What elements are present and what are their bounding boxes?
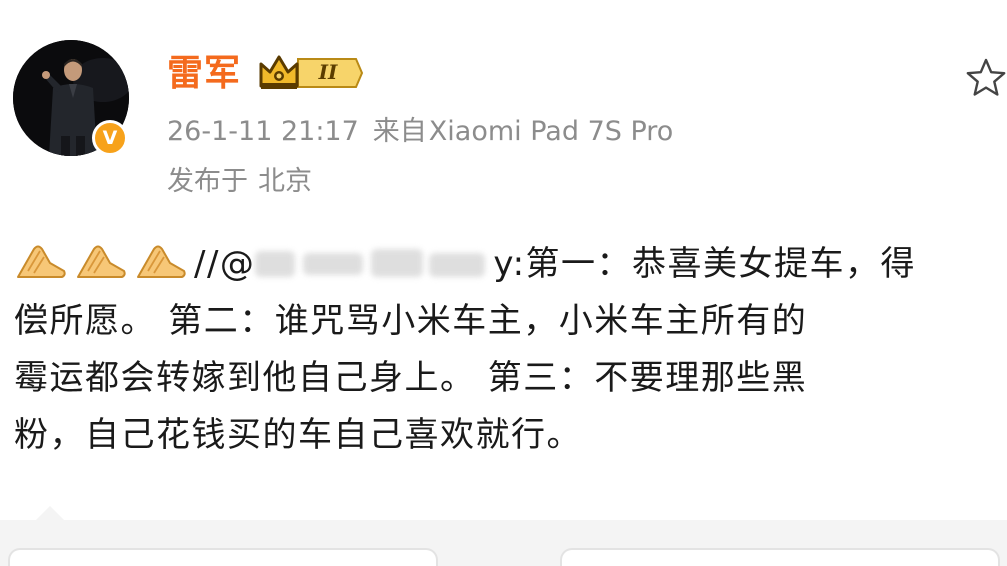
post-content: //@ y:第一：恭喜美女提车，得 偿所愿。 第二：谁咒骂小米车主，小米车主所有的… bbox=[14, 236, 1007, 464]
rank-badge[interactable]: II bbox=[258, 52, 364, 94]
mention-suffix: y: bbox=[493, 244, 526, 284]
pray-hands-emoji-icon bbox=[14, 241, 68, 281]
content-line-4: 粉，自己花钱买的车自己喜欢就行。 bbox=[14, 415, 582, 455]
next-card-right bbox=[560, 548, 1000, 566]
content-text-1: 第一：恭喜美女提车，得 bbox=[525, 244, 917, 284]
verified-symbol: V bbox=[102, 127, 118, 149]
mention-prefix: //@ bbox=[194, 244, 256, 284]
location-name: 北京 bbox=[258, 166, 312, 197]
mention[interactable]: //@ y: bbox=[194, 236, 526, 293]
post-meta: 26-1-11 21:17 来自Xiaomi Pad 7S Pro bbox=[167, 112, 673, 152]
author-name[interactable]: 雷军 bbox=[167, 44, 241, 104]
star-outline-icon[interactable] bbox=[964, 56, 1007, 100]
post-timestamp: 26-1-11 21:17 bbox=[167, 116, 359, 147]
location-prefix: 发布于 bbox=[167, 166, 248, 197]
next-card-left bbox=[8, 548, 438, 566]
verified-badge-icon: V bbox=[92, 120, 128, 156]
redacted-username bbox=[255, 243, 493, 283]
rank-label: II bbox=[318, 60, 338, 84]
content-line-1: //@ y:第一：恭喜美女提车，得 bbox=[14, 236, 1007, 293]
divider-notch bbox=[36, 506, 64, 520]
pray-hands-emoji-icon bbox=[74, 241, 128, 281]
post-location: 发布于 北京 bbox=[167, 162, 312, 202]
content-line-3: 霉运都会转嫁到他自己身上。 第三：不要理那些黑 bbox=[14, 358, 808, 398]
source-device[interactable]: Xiaomi Pad 7S Pro bbox=[429, 116, 674, 147]
source-prefix: 来自 bbox=[372, 116, 427, 147]
pray-hands-emoji-icon bbox=[134, 241, 188, 281]
content-line-2: 偿所愿。 第二：谁咒骂小米车主，小米车主所有的 bbox=[14, 301, 808, 341]
